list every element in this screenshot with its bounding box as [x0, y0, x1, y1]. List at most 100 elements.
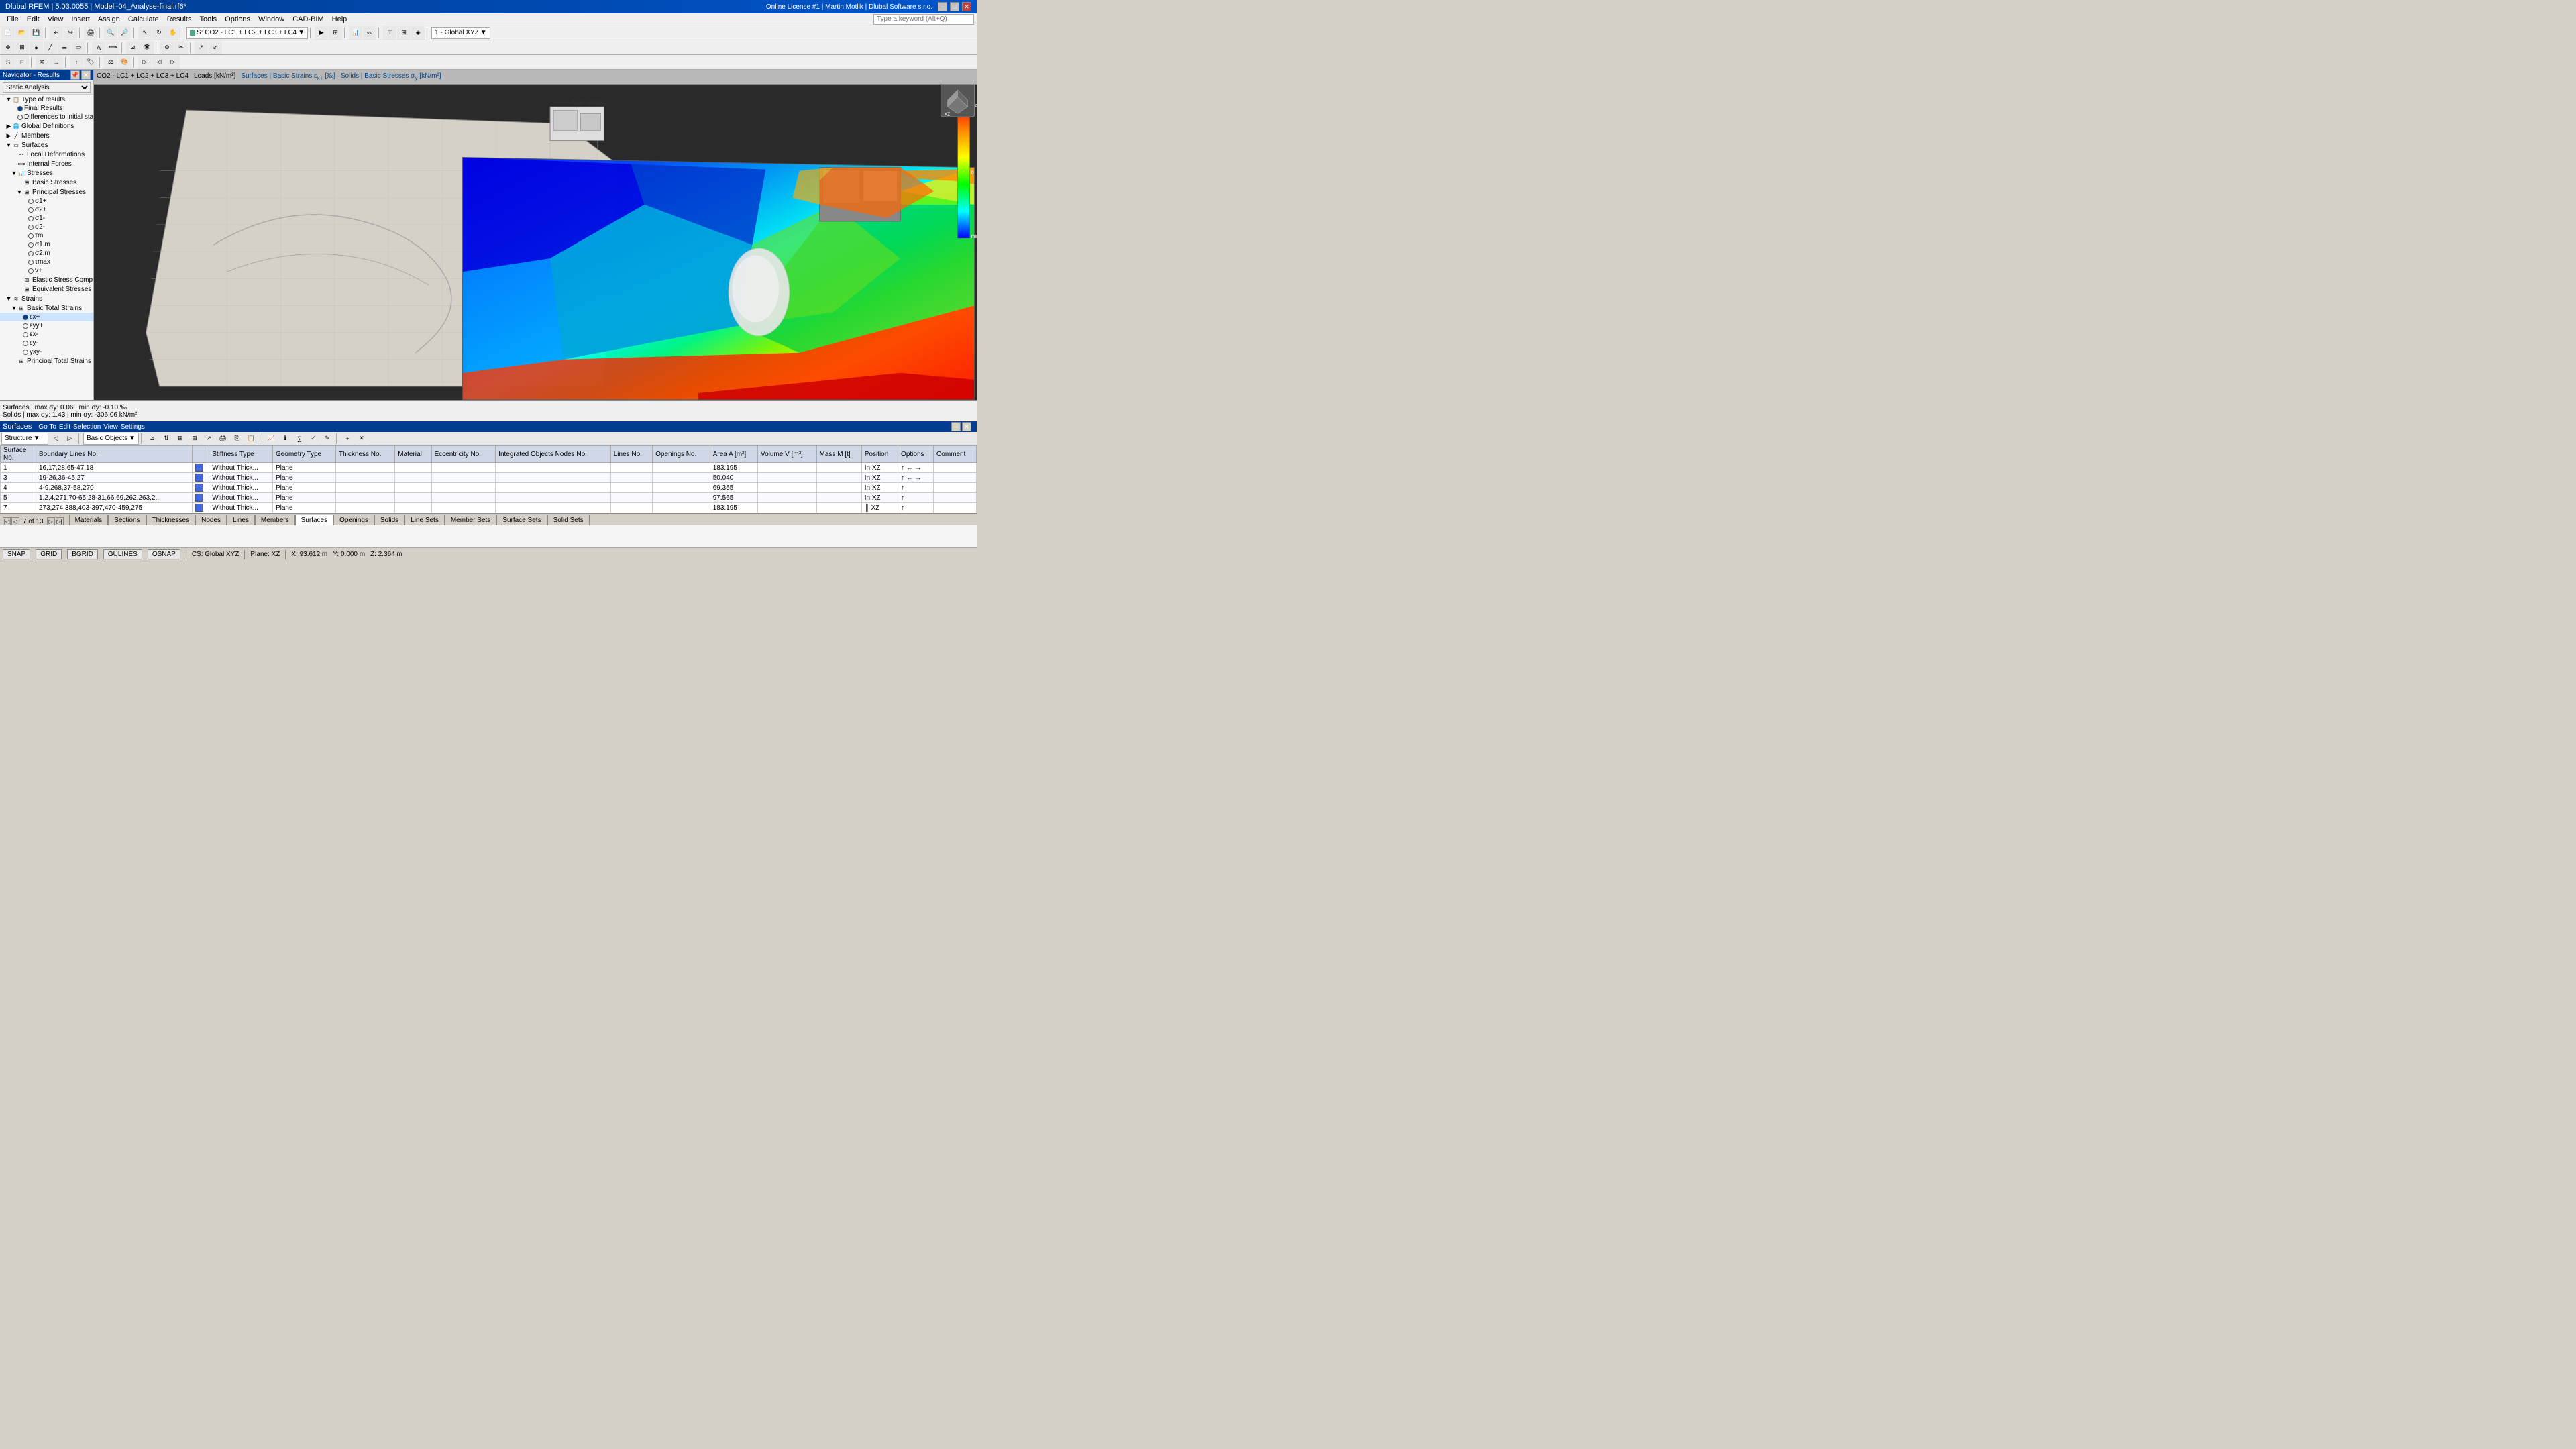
loadcase-dropdown[interactable]: S: CO2 - LC1 + LC2 + LC3 + LC4 ▼	[186, 27, 308, 39]
table-copy-btn[interactable]: ⎘	[230, 432, 244, 445]
dimension-btn[interactable]: ⟺	[106, 41, 119, 54]
tab-surfaces[interactable]: Surfaces	[295, 515, 333, 525]
mesh-btn[interactable]: ⊞	[329, 26, 342, 40]
table-row[interactable]: 44-9,268,37-58,270Without Thick...Plane6…	[1, 483, 977, 493]
analysis-type-select[interactable]: Static Analysis	[3, 82, 91, 93]
table-menu-edit[interactable]: Edit	[59, 423, 70, 431]
nav-final-results[interactable]: Final Results	[0, 104, 93, 113]
nav-vplus[interactable]: v+	[0, 266, 93, 275]
export-btn[interactable]: ↗	[195, 41, 208, 54]
table-next-btn[interactable]: ▷	[63, 432, 76, 445]
table-basic-objects-dropdown[interactable]: Basic Objects▼	[83, 433, 139, 445]
viewport[interactable]: CO2 - LC1 + LC2 + LC3 + LC4 Loads [kN/m²…	[94, 70, 977, 400]
table-add-btn[interactable]: +	[341, 432, 354, 445]
tab-thicknesses[interactable]: Thicknesses	[146, 515, 196, 525]
zoom-out-btn[interactable]: 🔎	[118, 26, 131, 40]
table-paste-btn[interactable]: 📋	[244, 432, 258, 445]
axis-dropdown[interactable]: 1 - Global XYZ ▼	[431, 27, 490, 39]
nav-type-results[interactable]: ▼ 📋 Type of results	[0, 95, 93, 104]
table-info-btn[interactable]: ℹ	[278, 432, 292, 445]
nav-strains[interactable]: ▼ ≋ Strains	[0, 294, 93, 303]
save-btn[interactable]: 💾	[30, 26, 43, 40]
menu-window[interactable]: Window	[254, 13, 288, 25]
minimize-button[interactable]: ─	[938, 2, 947, 11]
scale-btn[interactable]: ⚖	[104, 56, 117, 69]
menu-insert[interactable]: Insert	[67, 13, 94, 25]
tab-line-sets[interactable]: Line Sets	[405, 515, 445, 525]
table-row[interactable]: 51,2,4,271,70-65,28-31,66,69,262,263,2..…	[1, 493, 977, 503]
import-btn[interactable]: ↙	[209, 41, 222, 54]
redo-btn[interactable]: ↪	[64, 26, 77, 40]
nav-basic-total-strains[interactable]: ▼ ⊞ Basic Total Strains	[0, 303, 93, 313]
menu-assign[interactable]: Assign	[94, 13, 124, 25]
menu-file[interactable]: File	[3, 13, 23, 25]
nav-pin-btn[interactable]: 📌	[70, 70, 80, 80]
deformation-btn[interactable]: 〰	[363, 26, 376, 40]
snap-status-btn[interactable]: SNAP	[3, 549, 30, 559]
print-btn[interactable]: 🖨	[84, 26, 97, 40]
nav-global-def[interactable]: ▶ 🌐 Global Definitions	[0, 121, 93, 131]
nav-sigma2m[interactable]: σ2.m	[0, 249, 93, 258]
nav-tau-m[interactable]: τm	[0, 231, 93, 240]
nav-principal-total[interactable]: ⊞Principal Total Strains	[0, 356, 93, 363]
tab-sections[interactable]: Sections	[108, 515, 146, 525]
table-prev-btn[interactable]: ◁	[49, 432, 62, 445]
view-3d[interactable]: ◈	[411, 26, 425, 40]
envelope-btn[interactable]: E	[15, 56, 29, 69]
table-menu-selection[interactable]: Selection	[73, 423, 101, 431]
menu-results[interactable]: Results	[163, 13, 196, 25]
min-max-btn[interactable]: ↕	[70, 56, 83, 69]
member-btn[interactable]: ═	[58, 41, 71, 54]
line-btn[interactable]: ╱	[44, 41, 57, 54]
zoom-in-btn[interactable]: 🔍	[104, 26, 117, 40]
play-btn[interactable]: ▷	[138, 56, 152, 69]
tab-nodes[interactable]: Nodes	[195, 515, 227, 525]
colormap-btn[interactable]: 🎨	[118, 56, 131, 69]
table-menu-goto[interactable]: Go To	[38, 423, 56, 431]
nav-principal-stresses[interactable]: ▼ ⊞ Principal Stresses	[0, 187, 93, 197]
tab-member-sets[interactable]: Member Sets	[445, 515, 496, 525]
grid-btn[interactable]: ⊞	[15, 41, 29, 54]
next-frame-btn[interactable]: ▷	[166, 56, 180, 69]
visibility-btn[interactable]: 👁	[140, 41, 154, 54]
bgrid-status-btn[interactable]: BGRID	[67, 549, 98, 559]
tab-members[interactable]: Members	[255, 515, 295, 525]
tab-solids[interactable]: Solids	[374, 515, 405, 525]
last-page-btn[interactable]: ▷|	[56, 517, 64, 525]
nav-internal-forces[interactable]: ⟺ Internal Forces	[0, 159, 93, 168]
table-menu-view[interactable]: View	[103, 423, 118, 431]
nav-equiv-stresses[interactable]: ⊞Equivalent Stresses	[0, 284, 93, 294]
table-row[interactable]: 116,17,28,65-47,18Without Thick...Plane1…	[1, 463, 977, 473]
menu-help[interactable]: Help	[328, 13, 352, 25]
node-btn[interactable]: ●	[30, 41, 43, 54]
menu-cad-bim[interactable]: CAD-BIM	[288, 13, 327, 25]
table-minimize-btn[interactable]: ─	[951, 422, 961, 431]
view-top[interactable]: ⊤	[383, 26, 396, 40]
tab-lines[interactable]: Lines	[227, 515, 255, 525]
render-btn[interactable]: ▶	[315, 26, 328, 40]
grid-status-btn[interactable]: GRID	[36, 549, 62, 559]
nav-sigma1plus[interactable]: σ1+	[0, 197, 93, 205]
table-check-btn[interactable]: ✓	[307, 432, 320, 445]
table-expand-btn[interactable]: ⊞	[174, 432, 187, 445]
new-btn[interactable]: 📄	[1, 26, 15, 40]
snap-btn[interactable]: ⊕	[1, 41, 15, 54]
tab-openings[interactable]: Openings	[333, 515, 374, 525]
menu-edit[interactable]: Edit	[23, 13, 44, 25]
restore-button[interactable]: □	[950, 2, 959, 11]
nav-stresses[interactable]: ▼ 📊 Stresses	[0, 168, 93, 178]
nav-diff-initial[interactable]: Differences to initial state	[0, 113, 93, 121]
select-btn[interactable]: ↖	[138, 26, 152, 40]
menu-view[interactable]: View	[44, 13, 68, 25]
menu-tools[interactable]: Tools	[195, 13, 221, 25]
nav-surfaces[interactable]: ▼ ▭ Surfaces	[0, 140, 93, 150]
vector-btn[interactable]: →	[50, 56, 63, 69]
section-btn[interactable]: ✂	[174, 41, 188, 54]
nav-sigma2minus[interactable]: σ2-	[0, 223, 93, 231]
table-graph-btn[interactable]: 📈	[264, 432, 278, 445]
close-button[interactable]: ✕	[962, 2, 971, 11]
table-menu-settings[interactable]: Settings	[121, 423, 145, 431]
nav-ex-minus[interactable]: εx-	[0, 330, 93, 339]
annotate-btn[interactable]: A	[92, 41, 105, 54]
nav-ey-minus[interactable]: εy-	[0, 339, 93, 347]
